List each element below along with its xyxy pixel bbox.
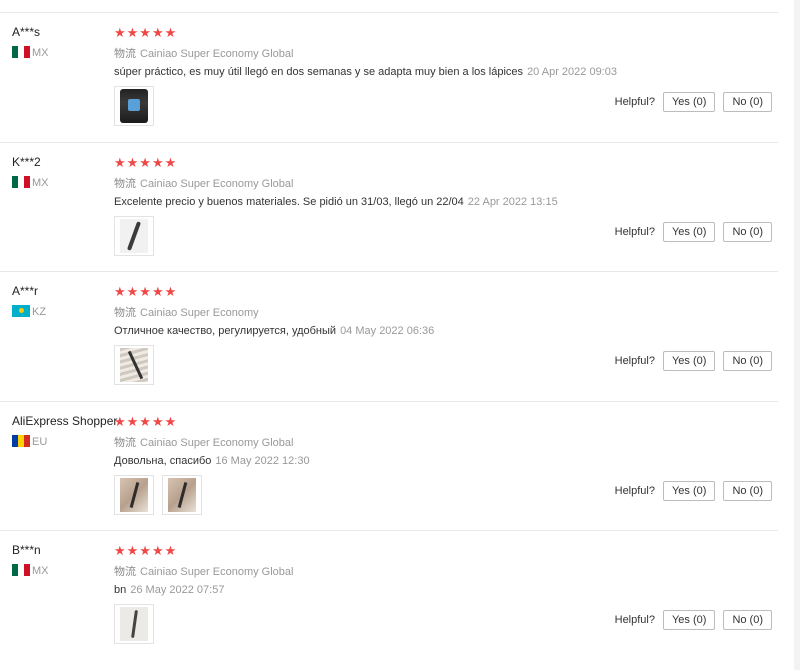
- review-item: K***2 MX ★★★★★ 物流 Cainiao Super Economy G…: [0, 142, 778, 273]
- review-item: B***n MX ★★★★★ 物流 Cainiao Super Economy G…: [0, 530, 778, 661]
- reviewer-name: K***2: [12, 155, 41, 169]
- star-rating: ★★★★★: [114, 155, 178, 170]
- logistics-value: Cainiao Super Economy Global: [140, 566, 294, 578]
- country-code: MX: [32, 565, 49, 577]
- review-photos: [114, 604, 154, 644]
- review-photo-thumbnail[interactable]: [114, 216, 154, 256]
- andorra-flag-icon: [12, 435, 30, 447]
- review-photo-thumbnail[interactable]: [114, 345, 154, 385]
- country-code: MX: [32, 177, 49, 189]
- reviewer-country: MX: [12, 564, 49, 577]
- logistics-value: Cainiao Super Economy Global: [140, 437, 294, 449]
- helpful-vote: Helpful? Yes (0) No (0): [615, 481, 772, 501]
- review-photo-thumbnail[interactable]: [114, 604, 154, 644]
- review-photos: [114, 345, 154, 385]
- helpful-vote: Helpful? Yes (0) No (0): [615, 351, 772, 371]
- helpful-no-button[interactable]: No (0): [723, 351, 772, 371]
- star-rating: ★★★★★: [114, 25, 178, 40]
- logistics-label: 物流: [114, 437, 136, 449]
- review-photos: [114, 216, 154, 256]
- review-text: Excelente precio y buenos materiales. Se…: [114, 196, 464, 208]
- review-text: súper práctico, es muy útil llegó en dos…: [114, 66, 524, 78]
- phone-photo-image: [120, 89, 148, 123]
- reviewer-country: EU: [12, 435, 47, 448]
- logistics-value: Cainiao Super Economy Global: [140, 178, 294, 190]
- pen-photo-image: [120, 607, 148, 641]
- logistics-label: 物流: [114, 48, 136, 60]
- reviewer-name: A***r: [12, 284, 39, 298]
- hand-photo-image: [120, 478, 148, 512]
- mexico-flag-icon: [12, 564, 30, 576]
- review-date: 26 May 2022 07:57: [130, 584, 225, 596]
- helpful-yes-button[interactable]: Yes (0): [662, 222, 716, 242]
- review-date: 16 May 2022 12:30: [215, 455, 310, 467]
- kazakhstan-flag-icon: [12, 305, 30, 317]
- review-text: Довольна, спасибо: [114, 455, 212, 467]
- helpful-no-button[interactable]: No (0): [723, 481, 772, 501]
- country-code: KZ: [32, 306, 47, 318]
- review-item: AliExpress Shopper EU ★★★★★ 物流 Cainiao Su…: [0, 401, 778, 532]
- helpful-yes-button[interactable]: Yes (0): [662, 92, 716, 112]
- notebook-photo-image: [120, 348, 148, 382]
- helpful-label: Helpful?: [614, 485, 655, 497]
- review-text: Отличное качество, регулируется, удобный: [114, 325, 337, 337]
- reviewer-country: KZ: [12, 305, 46, 318]
- helpful-label: Helpful?: [614, 96, 655, 108]
- logistics-value: Cainiao Super Economy: [140, 307, 259, 319]
- logistics-info: 物流 Cainiao Super Economy Global: [114, 563, 293, 579]
- logistics-value: Cainiao Super Economy Global: [140, 48, 294, 60]
- logistics-label: 物流: [114, 178, 136, 190]
- helpful-vote: Helpful? Yes (0) No (0): [615, 610, 772, 630]
- review-photos: [114, 475, 202, 515]
- reviewer-name: A***s: [12, 25, 41, 39]
- review-text: bn: [114, 584, 127, 596]
- mexico-flag-icon: [12, 176, 30, 188]
- review-comment: Отличное качество, регулируется, удобный…: [114, 325, 434, 337]
- logistics-info: 物流 Cainiao Super Economy Global: [114, 434, 293, 450]
- logistics-info: 物流 Cainiao Super Economy: [114, 304, 259, 320]
- star-rating: ★★★★★: [114, 543, 178, 558]
- review-photos: [114, 86, 154, 126]
- helpful-yes-button[interactable]: Yes (0): [662, 481, 716, 501]
- star-rating: ★★★★★: [114, 414, 178, 429]
- review-comment: Довольна, спасибо 16 May 2022 12:30: [114, 455, 310, 467]
- review-item: A***s MX ★★★★★ 物流 Cainiao Super Economy G…: [0, 12, 778, 143]
- star-rating: ★★★★★: [114, 284, 178, 299]
- review-comment: bn 26 May 2022 07:57: [114, 584, 224, 596]
- reviewer-country: MX: [12, 46, 49, 59]
- review-photo-thumbnail[interactable]: [114, 475, 154, 515]
- hand-photo-image: [168, 478, 196, 512]
- helpful-vote: Helpful? Yes (0) No (0): [615, 92, 772, 112]
- reviewer-name: B***n: [12, 543, 41, 557]
- review-date: 20 Apr 2022 09:03: [527, 66, 617, 78]
- review-photo-thumbnail[interactable]: [162, 475, 202, 515]
- pen-photo-image: [120, 219, 148, 253]
- logistics-label: 物流: [114, 566, 136, 578]
- reviewer-country: MX: [12, 176, 49, 189]
- reviewer-name: AliExpress Shopper: [12, 414, 118, 428]
- review-date: 22 Apr 2022 13:15: [467, 196, 558, 208]
- review-date: 04 May 2022 06:36: [340, 325, 435, 337]
- helpful-no-button[interactable]: No (0): [723, 610, 772, 630]
- helpful-vote: Helpful? Yes (0) No (0): [615, 222, 772, 242]
- country-code: MX: [32, 47, 49, 59]
- review-comment: súper práctico, es muy útil llegó en dos…: [114, 66, 617, 78]
- helpful-label: Helpful?: [614, 614, 655, 626]
- helpful-label: Helpful?: [614, 355, 655, 367]
- logistics-info: 物流 Cainiao Super Economy Global: [114, 45, 293, 61]
- review-item: A***r KZ ★★★★★ 物流 Cainiao Super Economy О…: [0, 271, 778, 402]
- country-code: EU: [32, 436, 48, 448]
- review-comment: Excelente precio y buenos materiales. Se…: [114, 196, 558, 208]
- logistics-info: 物流 Cainiao Super Economy Global: [114, 175, 293, 191]
- logistics-label: 物流: [114, 307, 136, 319]
- mexico-flag-icon: [12, 46, 30, 58]
- page-scrollbar[interactable]: [794, 0, 800, 670]
- helpful-yes-button[interactable]: Yes (0): [662, 610, 716, 630]
- helpful-label: Helpful?: [614, 226, 655, 238]
- helpful-yes-button[interactable]: Yes (0): [662, 351, 716, 371]
- helpful-no-button[interactable]: No (0): [723, 92, 772, 112]
- helpful-no-button[interactable]: No (0): [723, 222, 772, 242]
- review-photo-thumbnail[interactable]: [114, 86, 154, 126]
